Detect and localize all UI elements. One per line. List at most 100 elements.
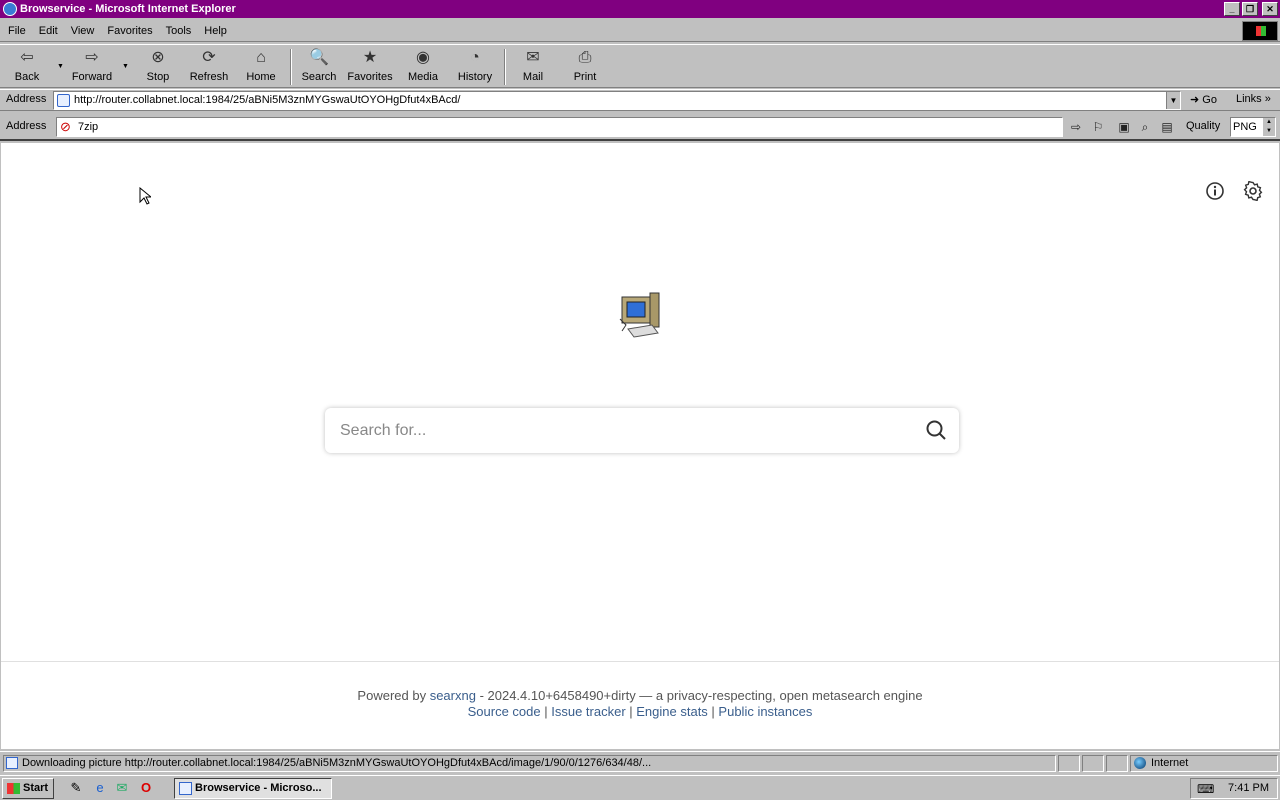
menu-view[interactable]: View: [66, 25, 100, 37]
windows-logo: [1242, 21, 1278, 41]
footer-links-row: Source code | Issue tracker | Engine sta…: [467, 704, 813, 719]
page-content: Powered by searxng - 2024.4.10+6458490+d…: [1, 143, 1279, 749]
close-button[interactable]: ✕: [1262, 2, 1278, 16]
browservice-address-input[interactable]: ⊘ 7zip: [56, 117, 1063, 137]
browservice-address-value: 7zip: [78, 121, 99, 133]
favorites-folder-icon: ★: [362, 49, 378, 66]
forward-arrow-icon: ⇨: [85, 49, 99, 66]
menu-edit[interactable]: Edit: [34, 25, 63, 37]
source-code-link[interactable]: Source code: [468, 704, 541, 719]
search-button[interactable]: 🔍 Search: [300, 47, 338, 87]
bookmark-icon[interactable]: ⚐: [1090, 119, 1106, 135]
taskbar-ie-window[interactable]: Browservice - Microso...: [174, 778, 332, 799]
taskbar: Start ✎ e ✉ O Browservice - Microso... ⌨…: [0, 775, 1280, 800]
security-zone: Internet: [1130, 755, 1278, 772]
go-button[interactable]: ➜ Go: [1190, 93, 1217, 106]
status-text-pane: Downloading picture http://router.collab…: [3, 755, 1056, 772]
stop-button[interactable]: ⊗ Stop: [145, 47, 171, 87]
search-icon[interactable]: [925, 419, 947, 441]
clipboard-icon[interactable]: ▤: [1159, 119, 1175, 135]
status-bar: Downloading picture http://router.collab…: [0, 751, 1280, 773]
media-button[interactable]: ◉ Media: [407, 47, 439, 87]
menu-bar: File Edit View Favorites Tools Help: [0, 20, 1280, 42]
quality-select[interactable]: PNG ▲ ▼: [1230, 117, 1276, 137]
home-icon: ⌂: [256, 49, 266, 66]
quality-label: Quality: [1186, 120, 1221, 132]
zone-label: Internet: [1151, 757, 1189, 769]
minimize-button[interactable]: _: [1224, 2, 1240, 16]
system-tray: ⌨ 7:41 PM: [1190, 778, 1278, 799]
restore-button[interactable]: ❐: [1242, 2, 1258, 16]
search-box: [325, 408, 959, 453]
toolbar-separator: [504, 49, 506, 85]
back-dropdown-icon[interactable]: ▼: [57, 63, 64, 70]
mouse-cursor-icon: [139, 186, 153, 205]
computer-logo-icon: [618, 289, 662, 339]
page-footer: Powered by searxng - 2024.4.10+6458490+d…: [1, 661, 1279, 749]
public-instances-link[interactable]: Public instances: [718, 704, 812, 719]
settings-gear-icon[interactable]: [1243, 180, 1263, 202]
quicklaunch-ie-icon[interactable]: e: [92, 780, 108, 796]
print-button[interactable]: ⎙ Print: [572, 47, 598, 87]
status-text: Downloading picture http://router.collab…: [22, 757, 652, 769]
forward-button[interactable]: ⇨ Forward: [70, 47, 114, 87]
address-url: http://router.collabnet.local:1984/25/aB…: [74, 94, 461, 106]
footer-powered-row: Powered by searxng - 2024.4.10+6458490+d…: [1, 688, 1279, 703]
menu-tools[interactable]: Tools: [161, 25, 197, 37]
links-button[interactable]: Links »: [1236, 93, 1271, 105]
window-titlebar: Browservice - Microsoft Internet Explore…: [0, 0, 1280, 18]
browservice-toolbar: Address ⊘ 7zip ⇨ ⚐ ▣ ⌕ ▤ Quality PNG ▲ ▼: [0, 113, 1280, 141]
toolbar-separator: [290, 49, 292, 85]
standard-toolbar: ⇦ Back ▼ ⇨ Forward ▼ ⊗ Stop ⟳ Refresh ⌂ Home …: [0, 44, 1280, 88]
printer-icon: ⎙: [578, 49, 592, 66]
menu-favorites[interactable]: Favorites: [102, 25, 157, 37]
quicklaunch-opera-icon[interactable]: O: [138, 780, 154, 796]
forward-dropdown-icon[interactable]: ▼: [122, 63, 129, 70]
page-view-icon[interactable]: ▣: [1116, 119, 1132, 135]
page-icon: [57, 94, 70, 107]
menu-file[interactable]: File: [3, 25, 31, 37]
ie-icon: [3, 2, 17, 16]
issue-tracker-link[interactable]: Issue tracker: [551, 704, 625, 719]
navigate-arrow-icon[interactable]: ⇨: [1068, 119, 1084, 135]
status-pane: [1058, 755, 1080, 772]
footer-powered-by: Powered by: [357, 688, 427, 703]
refresh-button[interactable]: ⟳ Refresh: [188, 47, 230, 87]
footer-version: - 2024.4.10+6458490+dirty — a privacy-re…: [475, 688, 923, 703]
searxng-link[interactable]: searxng: [430, 688, 476, 703]
status-pane: [1082, 755, 1104, 772]
engine-stats-link[interactable]: Engine stats: [636, 704, 708, 719]
home-button[interactable]: ⌂ Home: [246, 47, 276, 87]
search-input[interactable]: [325, 408, 905, 453]
no-security-icon: ⊘: [60, 119, 71, 134]
quicklaunch-outlook-icon[interactable]: ✉: [114, 780, 130, 796]
start-button[interactable]: Start: [2, 778, 54, 799]
info-icon[interactable]: [1205, 181, 1225, 201]
find-binoculars-icon[interactable]: ⌕: [1137, 119, 1153, 135]
mail-button[interactable]: ✉ Mail: [520, 47, 546, 87]
back-arrow-icon: ⇦: [20, 49, 34, 66]
media-icon: ◉: [416, 49, 430, 66]
history-button[interactable]: ◔ History: [456, 47, 494, 87]
address-label: Address: [6, 93, 47, 105]
quality-spinner-icon[interactable]: ▲ ▼: [1263, 118, 1275, 136]
internet-globe-icon: [1134, 757, 1146, 769]
back-button[interactable]: ⇦ Back: [12, 47, 42, 87]
history-icon: ◔: [470, 49, 480, 66]
quicklaunch-notepad-icon[interactable]: ✎: [68, 780, 84, 796]
stop-icon: ⊗: [151, 49, 165, 66]
tray-network-icon[interactable]: ⌨: [1197, 782, 1214, 796]
clock[interactable]: 7:41 PM: [1228, 782, 1269, 794]
mail-icon: ✉: [526, 49, 540, 66]
address-dropdown-icon[interactable]: ▼: [1166, 92, 1180, 109]
status-pane: [1106, 755, 1128, 772]
quality-value: PNG: [1233, 121, 1257, 133]
window-title: Browservice - Microsoft Internet Explore…: [20, 3, 236, 15]
address-label-2: Address: [6, 120, 47, 132]
favorites-button[interactable]: ★ Favorites: [347, 47, 393, 87]
address-input[interactable]: http://router.collabnet.local:1984/25/aB…: [53, 91, 1181, 110]
refresh-icon: ⟳: [202, 49, 216, 66]
start-label: Start: [23, 782, 49, 794]
task-label: Browservice - Microso...: [195, 782, 322, 794]
menu-help[interactable]: Help: [199, 25, 232, 37]
